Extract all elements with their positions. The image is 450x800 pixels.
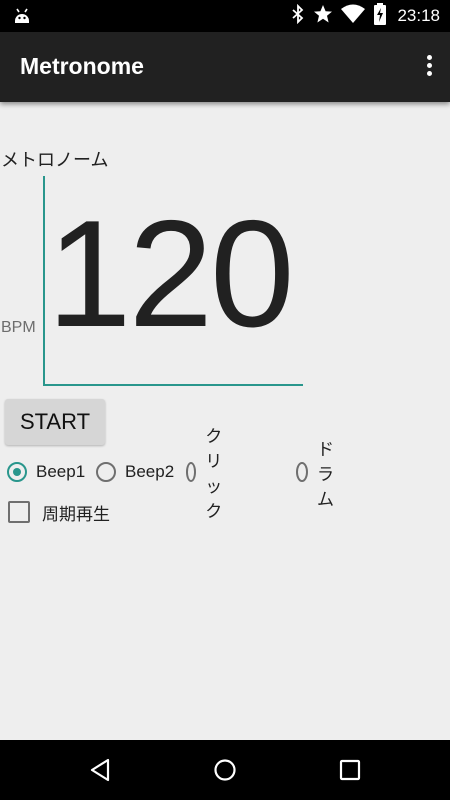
radio-beep2[interactable]: Beep2: [96, 458, 174, 486]
bpm-unit-label: BPM: [1, 319, 36, 336]
radio-checked-icon: [7, 462, 27, 482]
navigation-bar: [0, 740, 450, 800]
home-icon[interactable]: [211, 756, 239, 784]
battery-charging-icon: [373, 3, 387, 29]
radio-click[interactable]: クリック: [186, 427, 232, 522]
app-bar: Metronome: [0, 32, 450, 102]
radio-unchecked-icon: [296, 462, 308, 482]
bpm-input[interactable]: 120: [43, 176, 303, 386]
radio-beep1[interactable]: Beep1: [7, 458, 85, 486]
status-bar: 23:18: [0, 0, 450, 32]
section-label: メトロノーム: [1, 150, 109, 171]
radio-unchecked-icon: [96, 462, 116, 482]
input-underline: [43, 384, 303, 386]
app-title: Metronome: [20, 53, 144, 79]
checkbox-unchecked-icon: [8, 501, 30, 523]
wifi-icon: [341, 4, 366, 28]
start-button[interactable]: START: [5, 399, 105, 445]
android-debug-icon: [12, 6, 32, 30]
radio-label: ドラム: [316, 439, 334, 510]
status-time: 23:18: [397, 6, 440, 25]
radio-label: Beep1: [36, 462, 86, 481]
overflow-menu-icon[interactable]: [422, 52, 436, 82]
bluetooth-icon: [291, 3, 305, 28]
radio-unchecked-icon: [186, 462, 197, 482]
periodic-checkbox[interactable]: 周期再生: [8, 500, 110, 525]
star-icon: [313, 4, 333, 28]
bpm-value: 120: [47, 189, 295, 359]
recents-icon[interactable]: [336, 756, 364, 784]
back-icon[interactable]: [86, 756, 114, 784]
radio-drum[interactable]: ドラム: [296, 440, 342, 510]
input-left-border: [43, 176, 45, 384]
radio-label: Beep2: [125, 462, 175, 481]
radio-label: クリック: [205, 427, 223, 522]
checkbox-label: 周期再生: [42, 504, 110, 525]
